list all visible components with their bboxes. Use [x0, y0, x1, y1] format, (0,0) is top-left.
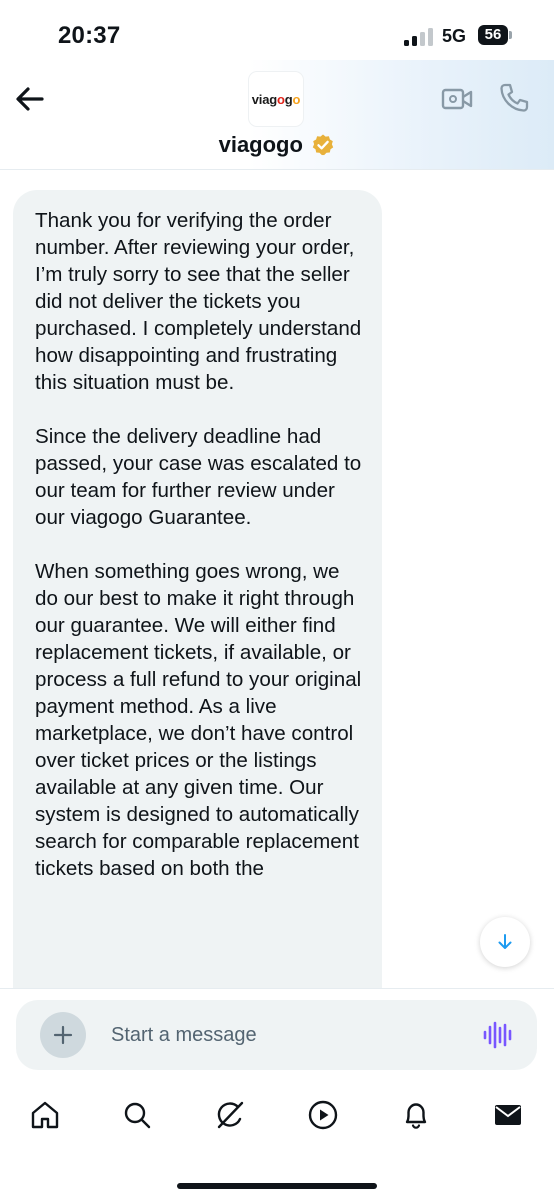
- tab-notifications[interactable]: [398, 1097, 434, 1133]
- status-time: 20:37: [58, 22, 121, 49]
- battery-icon: 56: [478, 25, 514, 47]
- avatar[interactable]: viagogo: [249, 72, 303, 126]
- video-call-icon[interactable]: [441, 86, 473, 112]
- message-paragraph: When something goes wrong, we do our bes…: [35, 560, 362, 880]
- signal-icon: [404, 28, 433, 46]
- add-attachment-button[interactable]: [40, 1012, 86, 1058]
- composer-divider: [0, 988, 554, 989]
- chat-header: viagogo viagogo: [0, 60, 554, 170]
- notifications-bell-icon: [405, 1103, 427, 1129]
- plus-icon: [53, 1025, 73, 1045]
- voice-wave-icon[interactable]: [482, 1020, 512, 1050]
- chat-name[interactable]: viagogo: [219, 132, 303, 157]
- message-input[interactable]: [111, 1020, 451, 1050]
- grok-icon: [217, 1101, 244, 1129]
- battery-cap: [509, 31, 512, 39]
- search-icon: [124, 1102, 151, 1129]
- status-bar: 20:37 5G 56: [0, 0, 554, 60]
- bottom-tab-bar: [0, 1085, 554, 1150]
- tab-home[interactable]: [27, 1097, 63, 1133]
- home-indicator: [177, 1183, 377, 1189]
- tab-search[interactable]: [119, 1097, 155, 1133]
- tab-grok[interactable]: [212, 1097, 248, 1133]
- arrow-left-icon[interactable]: [12, 82, 46, 116]
- message-text: Thank you for verifying the order number…: [35, 207, 365, 909]
- tab-messages[interactable]: [490, 1097, 526, 1133]
- tab-video[interactable]: [305, 1097, 341, 1133]
- viagogo-logo: viagogo: [251, 91, 301, 107]
- message-list[interactable]: Thank you for verifying the order number…: [0, 170, 554, 988]
- message-paragraph: Thank you for verifying the order number…: [35, 209, 362, 394]
- chat-name-row: viagogo: [0, 132, 554, 158]
- message-paragraph: Since the delivery deadline had passed, …: [35, 425, 362, 529]
- phone-icon[interactable]: [498, 82, 530, 114]
- network-type: 5G: [442, 26, 467, 46]
- message-composer: [16, 1000, 537, 1070]
- video-play-icon: [308, 1100, 338, 1130]
- messages-envelope-icon: [495, 1105, 521, 1125]
- scroll-to-bottom-button[interactable]: [480, 917, 530, 967]
- verified-badge-icon: [313, 134, 334, 156]
- home-icon: [31, 1101, 59, 1129]
- battery-level: 56: [478, 25, 508, 45]
- arrow-down-icon: [498, 934, 512, 949]
